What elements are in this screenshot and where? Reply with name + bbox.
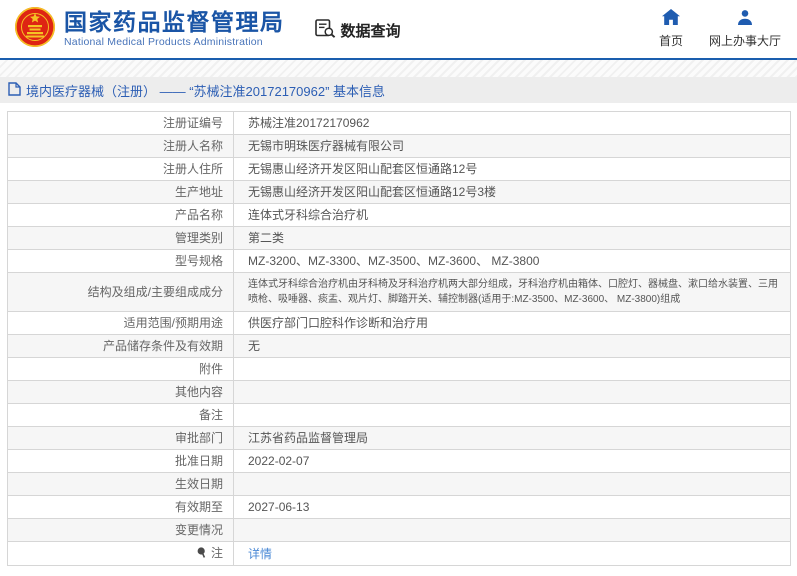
nav-item-home[interactable]: 首页 bbox=[659, 9, 683, 49]
field-label: 适用范围/预期用途 bbox=[7, 311, 234, 335]
field-value: 无锡市明珠医疗器械有限公司 bbox=[233, 134, 791, 158]
note-pin-icon bbox=[197, 547, 209, 561]
table-row: 有效期至 2027-06-13 bbox=[7, 495, 791, 519]
field-label: 注册人名称 bbox=[7, 134, 234, 158]
table-row: 附件 bbox=[7, 357, 791, 381]
field-value: 苏械注准20172170962 bbox=[233, 111, 791, 135]
field-value: 无 bbox=[233, 334, 791, 358]
field-label: 审批部门 bbox=[7, 426, 234, 450]
table-row: 产品储存条件及有效期无 bbox=[7, 334, 791, 358]
field-label: 型号规格 bbox=[7, 249, 234, 273]
table-row: 适用范围/预期用途 供医疗部门口腔科作诊断和治疗用 bbox=[7, 311, 791, 335]
field-value bbox=[233, 518, 791, 542]
note-label: 注 bbox=[210, 546, 223, 560]
top-nav: 首页 网上办事大厅 bbox=[659, 9, 781, 49]
field-value: 连体式牙科综合治疗机 bbox=[233, 203, 791, 227]
field-value: 详情 bbox=[233, 541, 791, 566]
field-value bbox=[233, 357, 791, 381]
field-value: 江苏省药品监督管理局 bbox=[233, 426, 791, 450]
table-row: 生效日期 bbox=[7, 472, 791, 496]
field-label: 变更情况 bbox=[7, 518, 234, 542]
home-icon bbox=[661, 9, 680, 28]
field-label: 产品储存条件及有效期 bbox=[7, 334, 234, 358]
brand-text: 国家药品监督管理局 National Medical Products Admi… bbox=[64, 10, 285, 48]
table-row: 管理类别 第二类 bbox=[7, 226, 791, 250]
table-row: 批准日期 2022-02-07 bbox=[7, 449, 791, 473]
table-row: 产品名称 连体式牙科综合治疗机 bbox=[7, 203, 791, 227]
table-row: 注册证编号 苏械注准20172170962 bbox=[7, 111, 791, 135]
field-value: 第二类 bbox=[233, 226, 791, 250]
field-label: 结构及组成/主要组成成分 bbox=[7, 272, 234, 312]
table-row: 变更情况 bbox=[7, 518, 791, 542]
field-value bbox=[233, 403, 791, 427]
field-value: 连体式牙科综合治疗机由牙科椅及牙科治疗机两大部分组成，牙科治疗机由箱体、口腔灯、… bbox=[233, 272, 791, 312]
breadcrumb: 境内医疗器械（注册） —— “苏械注准20172170962” 基本信息 bbox=[0, 77, 797, 103]
org-name: 国家药品监督管理局 bbox=[64, 8, 285, 35]
data-query-label: 数据查询 bbox=[340, 22, 401, 40]
field-label: 管理类别 bbox=[7, 226, 234, 250]
table-row: 生产地址 无锡惠山经济开发区阳山配套区恒通路12号3楼 bbox=[7, 180, 791, 204]
field-label: 注册证编号 bbox=[7, 111, 234, 135]
table-row: 结构及组成/主要组成成分 连体式牙科综合治疗机由牙科椅及牙科治疗机两大部分组成，牙… bbox=[7, 272, 791, 312]
table-row: 注册人住所 无锡惠山经济开发区阳山配套区恒通路12号 bbox=[7, 157, 791, 181]
field-label: 注册人住所 bbox=[7, 157, 234, 181]
field-value bbox=[233, 380, 791, 404]
table-row: 审批部门 江苏省药品监督管理局 bbox=[7, 426, 791, 450]
table-row: 注 详情 bbox=[7, 541, 791, 566]
hatch-strip bbox=[0, 60, 797, 77]
registration-info-table: 注册证编号 苏械注准20172170962 注册人名称 无锡市明珠医疗器械有限公司 … bbox=[7, 111, 791, 566]
field-label: 附件 bbox=[7, 357, 234, 381]
field-value: 2027-06-13 bbox=[233, 495, 791, 519]
field-value: 供医疗部门口腔科作诊断和治疗用 bbox=[233, 311, 791, 335]
field-value bbox=[233, 472, 791, 496]
data-query-title[interactable]: 数据查询 bbox=[314, 18, 401, 42]
table-row: 备注 bbox=[7, 403, 791, 427]
national-emblem-icon bbox=[14, 6, 56, 53]
field-label: 产品名称 bbox=[7, 203, 234, 227]
table-row: 其他内容 bbox=[7, 380, 791, 404]
field-label: 注 bbox=[7, 541, 234, 566]
table-row: 型号规格 MZ-3200、MZ-3300、MZ-3500、MZ-3600、 MZ-… bbox=[7, 249, 791, 273]
field-label: 生产地址 bbox=[7, 180, 234, 204]
breadcrumb-text: 境内医疗器械（注册） —— “苏械注准20172170962” 基本信息 bbox=[26, 83, 386, 99]
nav-item-service-hall[interactable]: 网上办事大厅 bbox=[709, 9, 781, 49]
field-label: 生效日期 bbox=[7, 472, 234, 496]
field-label: 批准日期 bbox=[7, 449, 234, 473]
site-header: 国家药品监督管理局 National Medical Products Admi… bbox=[0, 0, 797, 58]
field-label: 其他内容 bbox=[7, 380, 234, 404]
field-label: 备注 bbox=[7, 403, 234, 427]
data-search-icon bbox=[314, 18, 336, 42]
org-name-english: National Medical Products Administration bbox=[64, 36, 263, 49]
nav-home-label: 首页 bbox=[658, 34, 683, 48]
field-value: 2022-02-07 bbox=[233, 449, 791, 473]
site-brand: 国家药品监督管理局 National Medical Products Admi… bbox=[14, 6, 285, 53]
field-value: 无锡惠山经济开发区阳山配套区恒通路12号 bbox=[233, 157, 791, 181]
table-row: 注册人名称 无锡市明珠医疗器械有限公司 bbox=[7, 134, 791, 158]
nav-service-hall-label: 网上办事大厅 bbox=[708, 34, 781, 48]
user-icon bbox=[737, 9, 753, 28]
field-value: 无锡惠山经济开发区阳山配套区恒通路12号3楼 bbox=[233, 180, 791, 204]
field-value: MZ-3200、MZ-3300、MZ-3500、MZ-3600、 MZ-3800 bbox=[233, 249, 791, 273]
document-icon bbox=[8, 81, 21, 99]
field-label: 有效期至 bbox=[7, 495, 234, 519]
detail-link[interactable]: 详情 bbox=[248, 547, 272, 561]
